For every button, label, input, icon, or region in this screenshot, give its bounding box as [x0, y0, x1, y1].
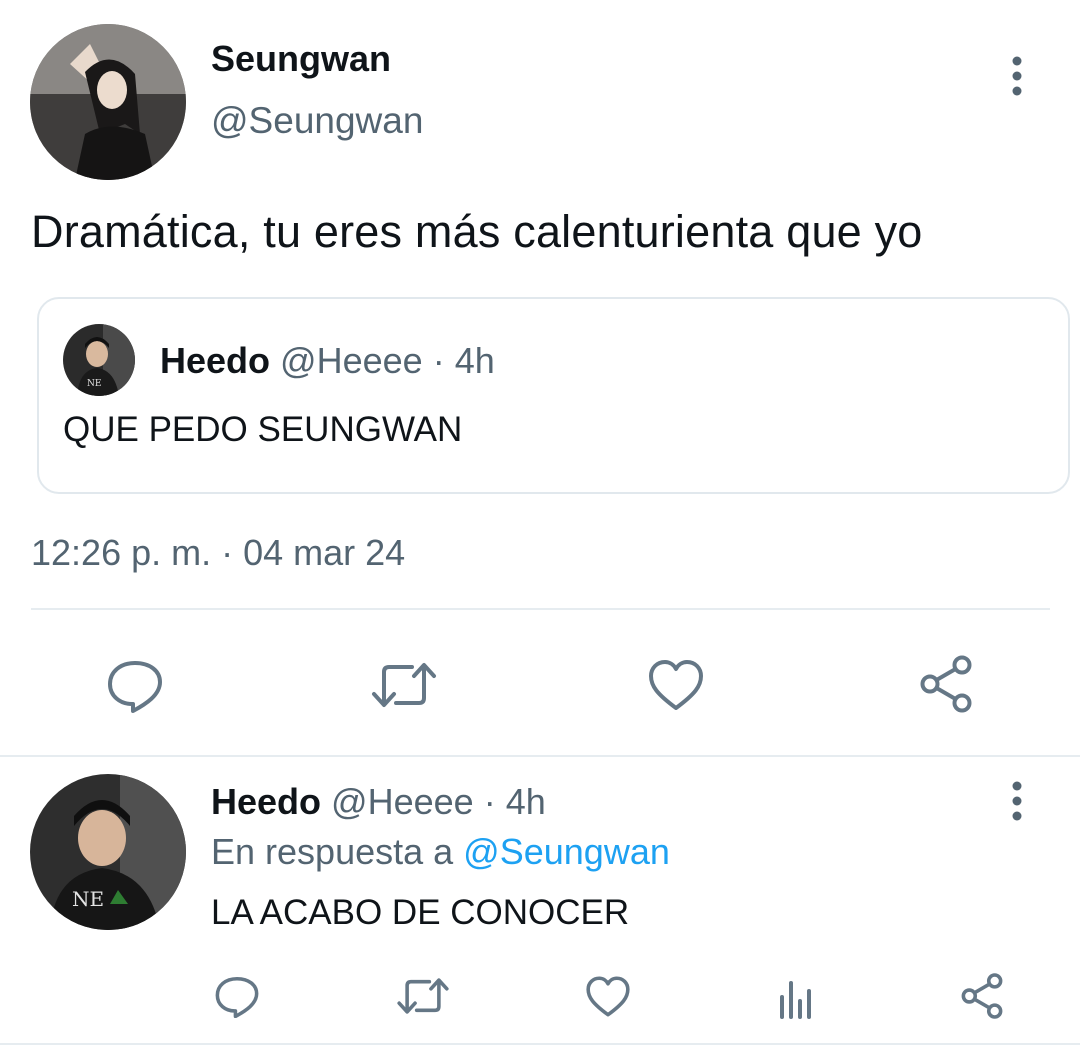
divider: [0, 1043, 1080, 1045]
reply-button[interactable]: [211, 970, 263, 1022]
quoted-tweet-card[interactable]: [37, 297, 1070, 494]
svg-text:NE: NE: [72, 887, 104, 911]
quoted-separator: ·: [432, 340, 445, 381]
divider: [0, 755, 1080, 757]
like-button[interactable]: [581, 970, 635, 1022]
like-icon: [586, 975, 630, 1017]
reply-author-line: Heedo @Heeee · 4h: [211, 781, 546, 823]
svg-text:NE: NE: [87, 379, 101, 389]
more-options-icon[interactable]: [1008, 56, 1026, 96]
reply-text: LA ACABO DE CONOCER: [211, 893, 630, 932]
author-name[interactable]: Seungwan: [211, 38, 391, 80]
reply-button[interactable]: [100, 650, 170, 720]
reply-time: 4h: [505, 781, 546, 822]
reply-icon: [215, 976, 259, 1018]
reply-author-name[interactable]: Heedo: [211, 781, 321, 822]
reply-mention-link[interactable]: @Seungwan: [463, 831, 670, 872]
quoted-author-handle: @Heeee: [280, 340, 423, 381]
tweet-timestamp[interactable]: 12:26 p. m. · 04 mar 24: [31, 532, 405, 574]
retweet-icon: [397, 978, 449, 1014]
like-icon: [649, 660, 703, 710]
analytics-button[interactable]: [770, 972, 822, 1022]
share-button[interactable]: [910, 648, 982, 720]
retweet-icon: [372, 663, 436, 707]
share-icon: [961, 973, 1003, 1019]
reply-context: En respuesta a @Seungwan: [211, 831, 670, 873]
share-button[interactable]: [956, 970, 1008, 1022]
quoted-author-line: Heedo @Heeee · 4h: [160, 340, 495, 382]
author-avatar[interactable]: [30, 24, 186, 180]
more-options-icon[interactable]: [1008, 781, 1026, 821]
reply-separator: ·: [483, 781, 496, 822]
tweet-text: Dramática, tu eres más calenturienta que…: [31, 206, 923, 257]
quoted-author-name: Heedo: [160, 340, 271, 381]
reply-author-handle[interactable]: @Heeee: [331, 781, 474, 822]
reply-context-prefix: En respuesta a: [211, 831, 454, 872]
share-icon: [920, 655, 972, 713]
quoted-time: 4h: [454, 340, 495, 381]
retweet-button[interactable]: [394, 970, 452, 1022]
analytics-icon: [780, 981, 811, 1019]
quoted-tweet-text: QUE PEDO SEUNGWAN: [63, 410, 463, 449]
quoted-author-avatar: NE: [63, 324, 135, 396]
like-button[interactable]: [640, 650, 712, 720]
reply-author-avatar[interactable]: NE: [30, 774, 186, 930]
author-handle[interactable]: @Seungwan: [211, 100, 423, 142]
retweet-button[interactable]: [368, 650, 440, 720]
divider: [31, 608, 1050, 610]
reply-icon: [108, 661, 162, 713]
